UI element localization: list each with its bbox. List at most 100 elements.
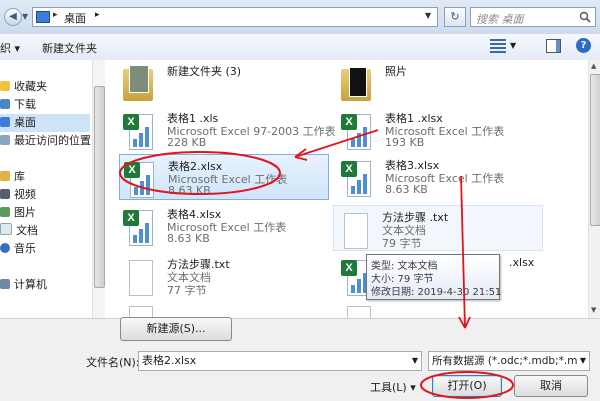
folder-icon xyxy=(337,63,371,103)
toolbar: 织 ▾ 新建文件夹 ▼ ? xyxy=(0,34,600,61)
nav-label: 桌面 xyxy=(14,116,36,129)
file-scrollbar[interactable]: ▲ ▼ xyxy=(588,60,600,318)
back-button[interactable]: ◀ xyxy=(4,8,22,26)
file-name: 新建文件夹 (3) xyxy=(167,65,242,78)
dialog-footer: 新建源(S)... 文件名(N): 表格2.xlsx ▼ 所有数据源 (*.od… xyxy=(0,317,600,401)
nav-item-recent[interactable]: 最近访问的位置 xyxy=(0,132,91,150)
nav-label: 计算机 xyxy=(14,278,47,291)
new-source-button[interactable]: 新建源(S)... xyxy=(120,317,232,341)
library-icon xyxy=(0,171,10,181)
nav-label: 库 xyxy=(14,170,25,183)
scroll-thumb[interactable] xyxy=(590,74,600,226)
file-item-excel[interactable]: X 表格1 .xlsx Microsoft Excel 工作表 193 KB xyxy=(337,107,547,153)
nav-item-downloads[interactable]: 下载 xyxy=(0,96,90,114)
address-bar[interactable]: ▸ 桌面 ▸ ▼ xyxy=(32,7,438,27)
filter-value: 所有数据源 (*.odc;*.mdb;*.md xyxy=(432,355,585,367)
chevron-right-icon[interactable]: ▸ xyxy=(95,10,100,20)
file-item-folder[interactable]: 新建文件夹 (3) xyxy=(119,60,329,106)
nav-label: 图片 xyxy=(14,206,36,219)
downloads-icon xyxy=(0,99,10,109)
nav-item-music[interactable]: 音乐 xyxy=(0,240,90,258)
cancel-button[interactable]: 取消 xyxy=(514,375,588,397)
file-name: 照片 xyxy=(385,65,407,78)
nav-scrollbar[interactable] xyxy=(92,60,105,318)
file-list: 新建文件夹 (3) 照片 X 表格1 .xls Microsoft Excel … xyxy=(105,60,588,319)
organize-label: 织 xyxy=(0,42,11,55)
search-icon xyxy=(579,11,591,23)
tools-button[interactable]: 工具(L) ▾ xyxy=(370,379,416,395)
filename-dropdown-icon[interactable]: ▼ xyxy=(412,352,418,370)
text-file-icon xyxy=(334,209,368,249)
excel-file-icon: X xyxy=(119,110,153,150)
computer-icon xyxy=(0,279,10,289)
star-icon xyxy=(0,81,10,91)
file-size: 77 字节 xyxy=(167,284,207,297)
address-bar-area: ◀ ▼ ▸ 桌面 ▸ ▼ ↻ 搜索 桌面 xyxy=(0,0,600,34)
search-input[interactable]: 搜索 桌面 xyxy=(470,7,596,27)
nav-label: 收藏夹 xyxy=(14,80,47,93)
file-size: 228 KB xyxy=(167,136,207,149)
new-folder-button[interactable]: 新建文件夹 xyxy=(42,40,97,56)
address-dropdown-icon[interactable]: ▼ xyxy=(425,11,431,20)
file-item-excel-selected[interactable]: X 表格2.xlsx Microsoft Excel 工作表 8.63 KB xyxy=(119,154,329,200)
nav-item-libraries[interactable]: 库 xyxy=(0,168,90,186)
file-size: 8.63 KB xyxy=(167,232,210,245)
nav-item-favorites[interactable]: 收藏夹 xyxy=(0,78,90,96)
nav-item-documents[interactable]: 文档 xyxy=(0,222,90,240)
nav-item-computer[interactable]: 计算机 xyxy=(0,276,90,294)
file-item-excel[interactable]: X 表格1 .xls Microsoft Excel 97-2003 工作表 2… xyxy=(119,107,336,153)
file-size: 193 KB xyxy=(385,136,425,149)
nav-label: 最近访问的位置 xyxy=(14,134,91,147)
chevron-right-icon: ▸ xyxy=(53,10,58,20)
filter-dropdown-icon[interactable]: ▼ xyxy=(577,352,589,370)
nav-item-videos[interactable]: 视频 xyxy=(0,186,90,204)
desktop-icon xyxy=(36,11,50,23)
video-icon xyxy=(0,189,10,199)
history-dropdown-icon[interactable]: ▼ xyxy=(22,12,28,21)
desktop-icon xyxy=(0,117,10,127)
refresh-button[interactable]: ↻ xyxy=(444,7,466,27)
music-icon xyxy=(0,243,10,253)
filename-label: 文件名(N): xyxy=(86,356,140,369)
view-options-icon[interactable] xyxy=(490,39,506,53)
excel-file-icon: X xyxy=(120,158,154,198)
file-item-excel[interactable]: X 表格4.xlsx Microsoft Excel 工作表 8.63 KB xyxy=(119,203,329,249)
scroll-up-icon[interactable]: ▲ xyxy=(591,62,596,70)
nav-scroll-thumb[interactable] xyxy=(94,86,105,288)
open-button[interactable]: 打开(O) xyxy=(432,375,502,397)
file-item-text-hover[interactable]: 方法步骤 .txt 文本文档 79 字节 xyxy=(333,205,543,251)
breadcrumb-folder[interactable]: 桌面 xyxy=(64,10,86,26)
file-size: 79 字节 xyxy=(382,237,422,250)
view-dropdown-icon[interactable]: ▼ xyxy=(510,41,516,50)
search-placeholder: 搜索 桌面 xyxy=(476,13,524,26)
filename-value: 表格2.xlsx xyxy=(142,354,197,367)
text-file-icon xyxy=(119,256,153,296)
pictures-icon xyxy=(0,207,10,217)
nav-label: 音乐 xyxy=(14,242,36,255)
excel-file-icon: X xyxy=(119,206,153,246)
help-icon[interactable]: ? xyxy=(576,38,591,53)
scroll-down-icon[interactable]: ▼ xyxy=(591,306,596,314)
file-name: .xlsx xyxy=(509,256,535,269)
excel-file-icon: X xyxy=(337,157,371,197)
tools-label: 工具(L) xyxy=(370,381,407,394)
file-type-filter[interactable]: 所有数据源 (*.odc;*.mdb;*.md ▼ xyxy=(428,351,590,371)
nav-label: 下载 xyxy=(14,98,36,111)
preview-pane-icon[interactable] xyxy=(546,39,561,53)
filename-input[interactable]: 表格2.xlsx ▼ xyxy=(138,351,422,371)
file-size: 8.63 KB xyxy=(385,183,428,196)
file-size: 8.63 KB xyxy=(168,184,211,197)
tooltip-date: 修改日期: 2019-4-30 21:51 xyxy=(371,287,502,298)
nav-item-desktop[interactable]: 桌面 xyxy=(0,114,90,132)
file-item-folder[interactable]: 照片 xyxy=(337,60,547,106)
recent-places-icon xyxy=(0,135,10,145)
file-item-text[interactable]: 方法步骤.txt 文本文档 77 字节 xyxy=(119,253,329,299)
file-item-excel[interactable]: X 表格3.xlsx Microsoft Excel 工作表 8.63 KB xyxy=(337,154,547,200)
folder-icon xyxy=(119,63,153,103)
documents-icon xyxy=(0,223,12,235)
organize-button[interactable]: 织 ▾ xyxy=(0,40,20,56)
nav-label: 视频 xyxy=(14,188,36,201)
nav-item-pictures[interactable]: 图片 xyxy=(0,204,90,222)
file-info-tooltip: 类型: 文本文档 大小: 79 字节 修改日期: 2019-4-30 21:51 xyxy=(366,254,502,300)
excel-file-icon: X xyxy=(337,110,371,150)
